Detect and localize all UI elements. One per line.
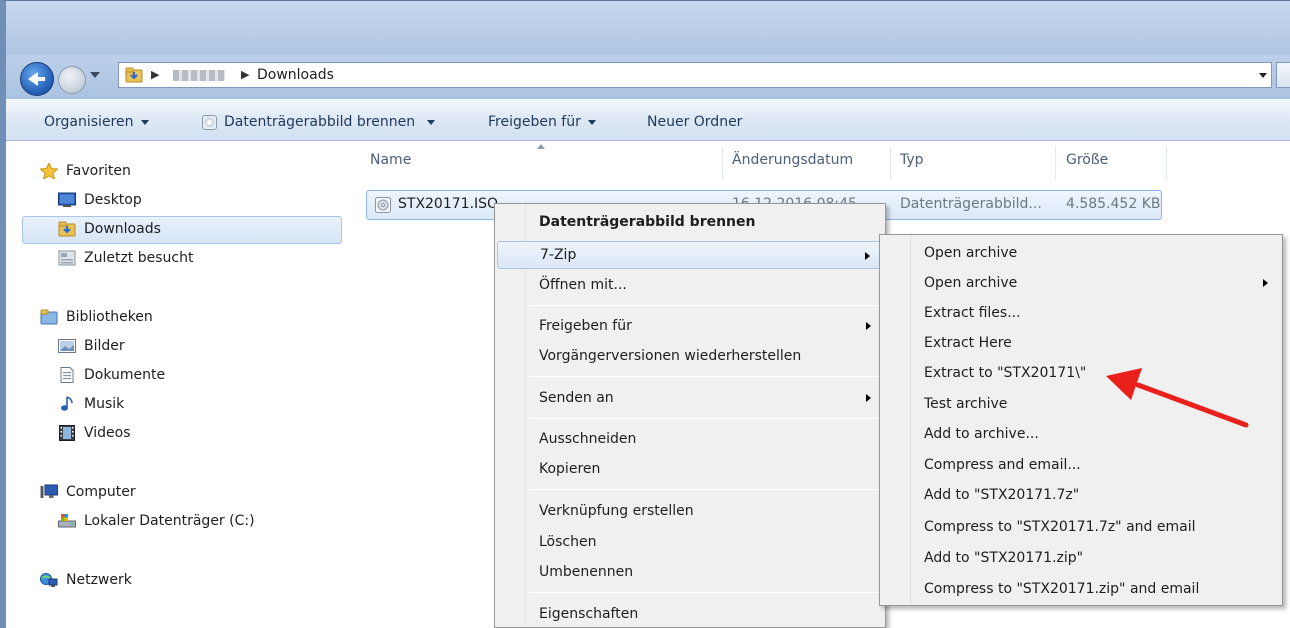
annotation-arrow-icon xyxy=(1106,368,1249,428)
